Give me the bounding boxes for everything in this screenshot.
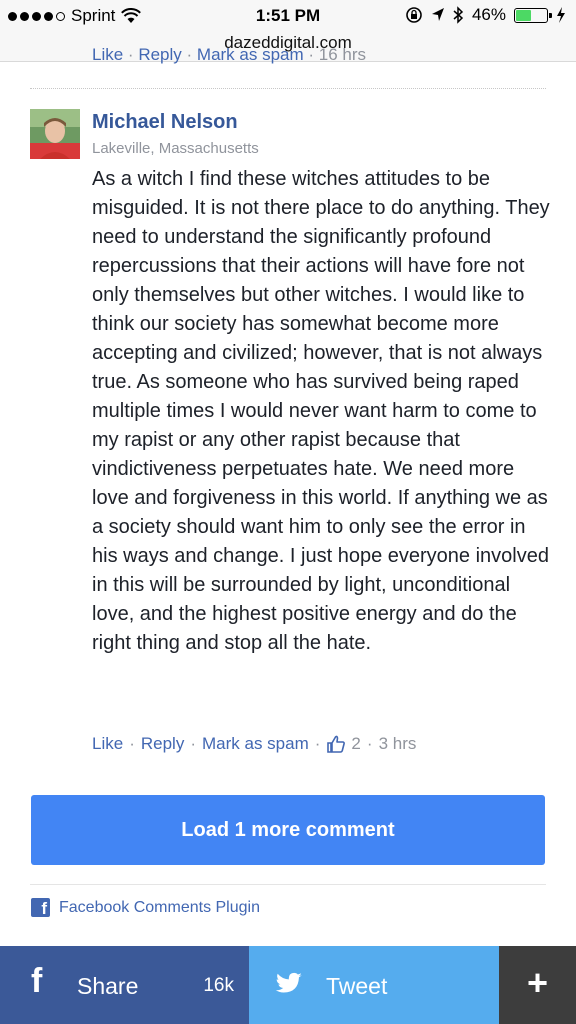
tweet-button[interactable]: Tweet	[249, 946, 499, 1024]
status-right: 46%	[405, 5, 566, 25]
share-label: Share	[77, 973, 139, 999]
battery-fill	[516, 9, 531, 21]
comment-time: 3 hrs	[378, 734, 417, 753]
orientation-lock-icon	[406, 7, 422, 23]
bluetooth-icon	[453, 6, 464, 24]
tweet-label: Tweet	[326, 973, 388, 999]
action-separator: ·	[366, 734, 373, 753]
avatar-image	[30, 109, 80, 159]
facebook-icon: f	[31, 962, 43, 1000]
facebook-comments-plugin-link[interactable]: f Facebook Comments Plugin	[31, 898, 260, 918]
plugin-divider	[30, 884, 546, 885]
comment-author[interactable]: Michael Nelson	[92, 111, 238, 134]
comment-location: Lakeville, Massachusetts	[92, 140, 259, 157]
plugin-label[interactable]: Facebook Comments Plugin	[59, 899, 260, 917]
load-more-button[interactable]: Load 1 more comment	[31, 795, 545, 865]
like-count: 2	[351, 734, 361, 753]
more-share-button[interactable]: +	[499, 946, 576, 1024]
action-separator: ·	[190, 734, 196, 753]
mark-spam-link[interactable]: Mark as spam	[202, 734, 309, 754]
battery-percent: 46%	[471, 5, 506, 24]
share-count: 16k	[203, 975, 234, 996]
thumbs-up-icon	[327, 735, 346, 753]
comment-text-content: As a witch I find these witches attitude…	[92, 168, 550, 654]
action-separator: ·	[314, 734, 321, 753]
status-bar: Sprint 1:51 PM 46%	[0, 0, 576, 33]
location-arrow-icon	[431, 8, 444, 21]
charging-bolt-icon	[557, 7, 565, 23]
comment-actions: Like · Reply · Mark as spam · 2 · 3 hrs	[92, 734, 416, 754]
plus-icon: +	[526, 962, 549, 1003]
twitter-bird-icon	[275, 972, 302, 993]
reply-link[interactable]: Reply	[141, 734, 184, 754]
action-separator: ·	[129, 734, 135, 753]
like-link[interactable]: Like	[92, 734, 123, 754]
comment-text: As a witch I find these witches attitude…	[92, 165, 554, 658]
comment-divider	[30, 88, 546, 89]
facebook-share-button[interactable]: f Share 16k	[0, 946, 249, 1024]
facebook-logo-icon: f	[31, 898, 50, 918]
share-bar: f Share 16k Tweet +	[0, 946, 576, 1024]
avatar[interactable]	[30, 109, 80, 159]
battery-icon	[514, 7, 552, 23]
url-bar-overlay	[0, 33, 576, 61]
